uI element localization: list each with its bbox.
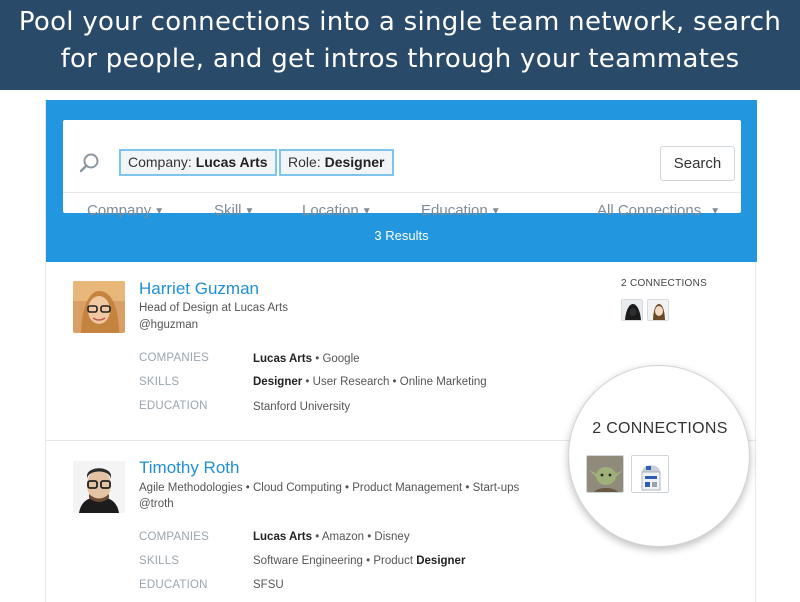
person-name-link[interactable]: Harriet Guzman: [139, 279, 259, 299]
education-value: Stanford University: [253, 401, 351, 413]
companies-value: Lucas Arts • Google: [253, 353, 360, 365]
education-value: SFSU: [253, 579, 284, 591]
caret-down-icon: ▼: [154, 206, 165, 217]
caret-down-icon: ▼: [244, 206, 255, 217]
education-label: EDUCATION: [139, 400, 208, 412]
skill-tag: Online Marketing: [399, 376, 487, 388]
skill-tag: Product: [373, 555, 417, 567]
connections-magnifier-callout: 2 CONNECTIONS: [568, 365, 750, 547]
connection-photo-dark: [622, 300, 642, 320]
filter-company-dropdown[interactable]: Company ▼: [87, 202, 164, 219]
banner-line-1: Pool your connections into a single team…: [18, 7, 782, 37]
app-window: Company: Lucas Arts Role: Designer Searc…: [45, 100, 757, 602]
chip-value: Designer: [324, 154, 385, 170]
connection-photo-green: [587, 456, 623, 492]
company-tag: Amazon: [321, 531, 364, 543]
caret-down-icon: ▼: [361, 206, 372, 217]
caret-down-icon: ▼: [710, 206, 721, 217]
company-tag: Disney: [374, 531, 410, 543]
person-handle: @hguzman: [139, 319, 198, 331]
filter-label: All Connections: [597, 202, 702, 219]
companies-label: COMPANIES: [139, 531, 209, 543]
search-header: Company: Lucas Arts Role: Designer Searc…: [46, 100, 757, 262]
skill-tag: Software Engineering: [253, 555, 363, 567]
search-icon[interactable]: [79, 152, 101, 174]
avatar[interactable]: [73, 281, 125, 333]
filter-label: Company: [87, 202, 152, 219]
chip-key: Company:: [128, 154, 192, 170]
chip-value: Lucas Arts: [195, 154, 268, 170]
magnified-connection-avatar[interactable]: [631, 455, 669, 493]
connections-count: 2 CONNECTIONS: [621, 278, 708, 289]
filter-skill-dropdown[interactable]: Skill ▼: [214, 202, 254, 219]
person-photo-timothy: [73, 461, 125, 513]
company-tag: Lucas Arts: [253, 353, 313, 365]
connection-photo-robot: [632, 456, 668, 492]
filter-chip-company[interactable]: Company: Lucas Arts: [119, 149, 277, 176]
magnified-connections-count: 2 CONNECTIONS: [592, 420, 728, 437]
person-headline: Agile Methodologies • Cloud Computing • …: [139, 482, 520, 494]
connection-photo-light: [648, 300, 668, 320]
skills-value: Software Engineering • Product Designer: [253, 555, 466, 567]
filter-chip-role[interactable]: Role: Designer: [279, 149, 394, 176]
magnified-connection-avatar[interactable]: [586, 455, 624, 493]
skill-tag: Designer: [253, 376, 303, 388]
education-label: EDUCATION: [139, 579, 208, 591]
companies-label: COMPANIES: [139, 352, 209, 364]
skill-tag-highlight: Designer: [416, 555, 466, 567]
promo-banner: Pool your connections into a single team…: [0, 0, 800, 90]
banner-line-2: for people, and get intros through your …: [60, 44, 740, 74]
skills-label: SKILLS: [139, 555, 180, 567]
company-tag: Google: [322, 353, 360, 365]
filter-label: Skill: [214, 202, 242, 219]
caret-down-icon: ▼: [490, 206, 501, 217]
filter-connections-dropdown[interactable]: All Connections ▼: [597, 202, 720, 219]
skills-value: Designer • User Research • Online Market…: [253, 376, 487, 388]
skill-tag: User Research: [312, 376, 390, 388]
search-card: Company: Lucas Arts Role: Designer Searc…: [63, 120, 741, 219]
search-button[interactable]: Search: [660, 146, 735, 181]
filter-location-dropdown[interactable]: Location ▼: [302, 202, 372, 219]
person-photo-harriet: [73, 281, 125, 333]
connection-avatar[interactable]: [621, 299, 643, 321]
results-count: 3 Results: [374, 228, 429, 243]
person-handle: @troth: [139, 498, 174, 510]
chip-key: Role:: [288, 154, 321, 170]
divider: [63, 192, 741, 193]
filter-label: Location: [302, 202, 359, 219]
avatar[interactable]: [73, 461, 125, 513]
person-headline: Head of Design at Lucas Arts: [139, 302, 288, 314]
filter-education-dropdown[interactable]: Education ▼: [421, 202, 501, 219]
company-tag: Lucas Arts: [253, 531, 313, 543]
connection-avatar[interactable]: [647, 299, 669, 321]
companies-value: Lucas Arts • Amazon • Disney: [253, 531, 410, 543]
skills-label: SKILLS: [139, 376, 180, 388]
filter-label: Education: [421, 202, 488, 219]
person-name-link[interactable]: Timothy Roth: [139, 458, 239, 478]
